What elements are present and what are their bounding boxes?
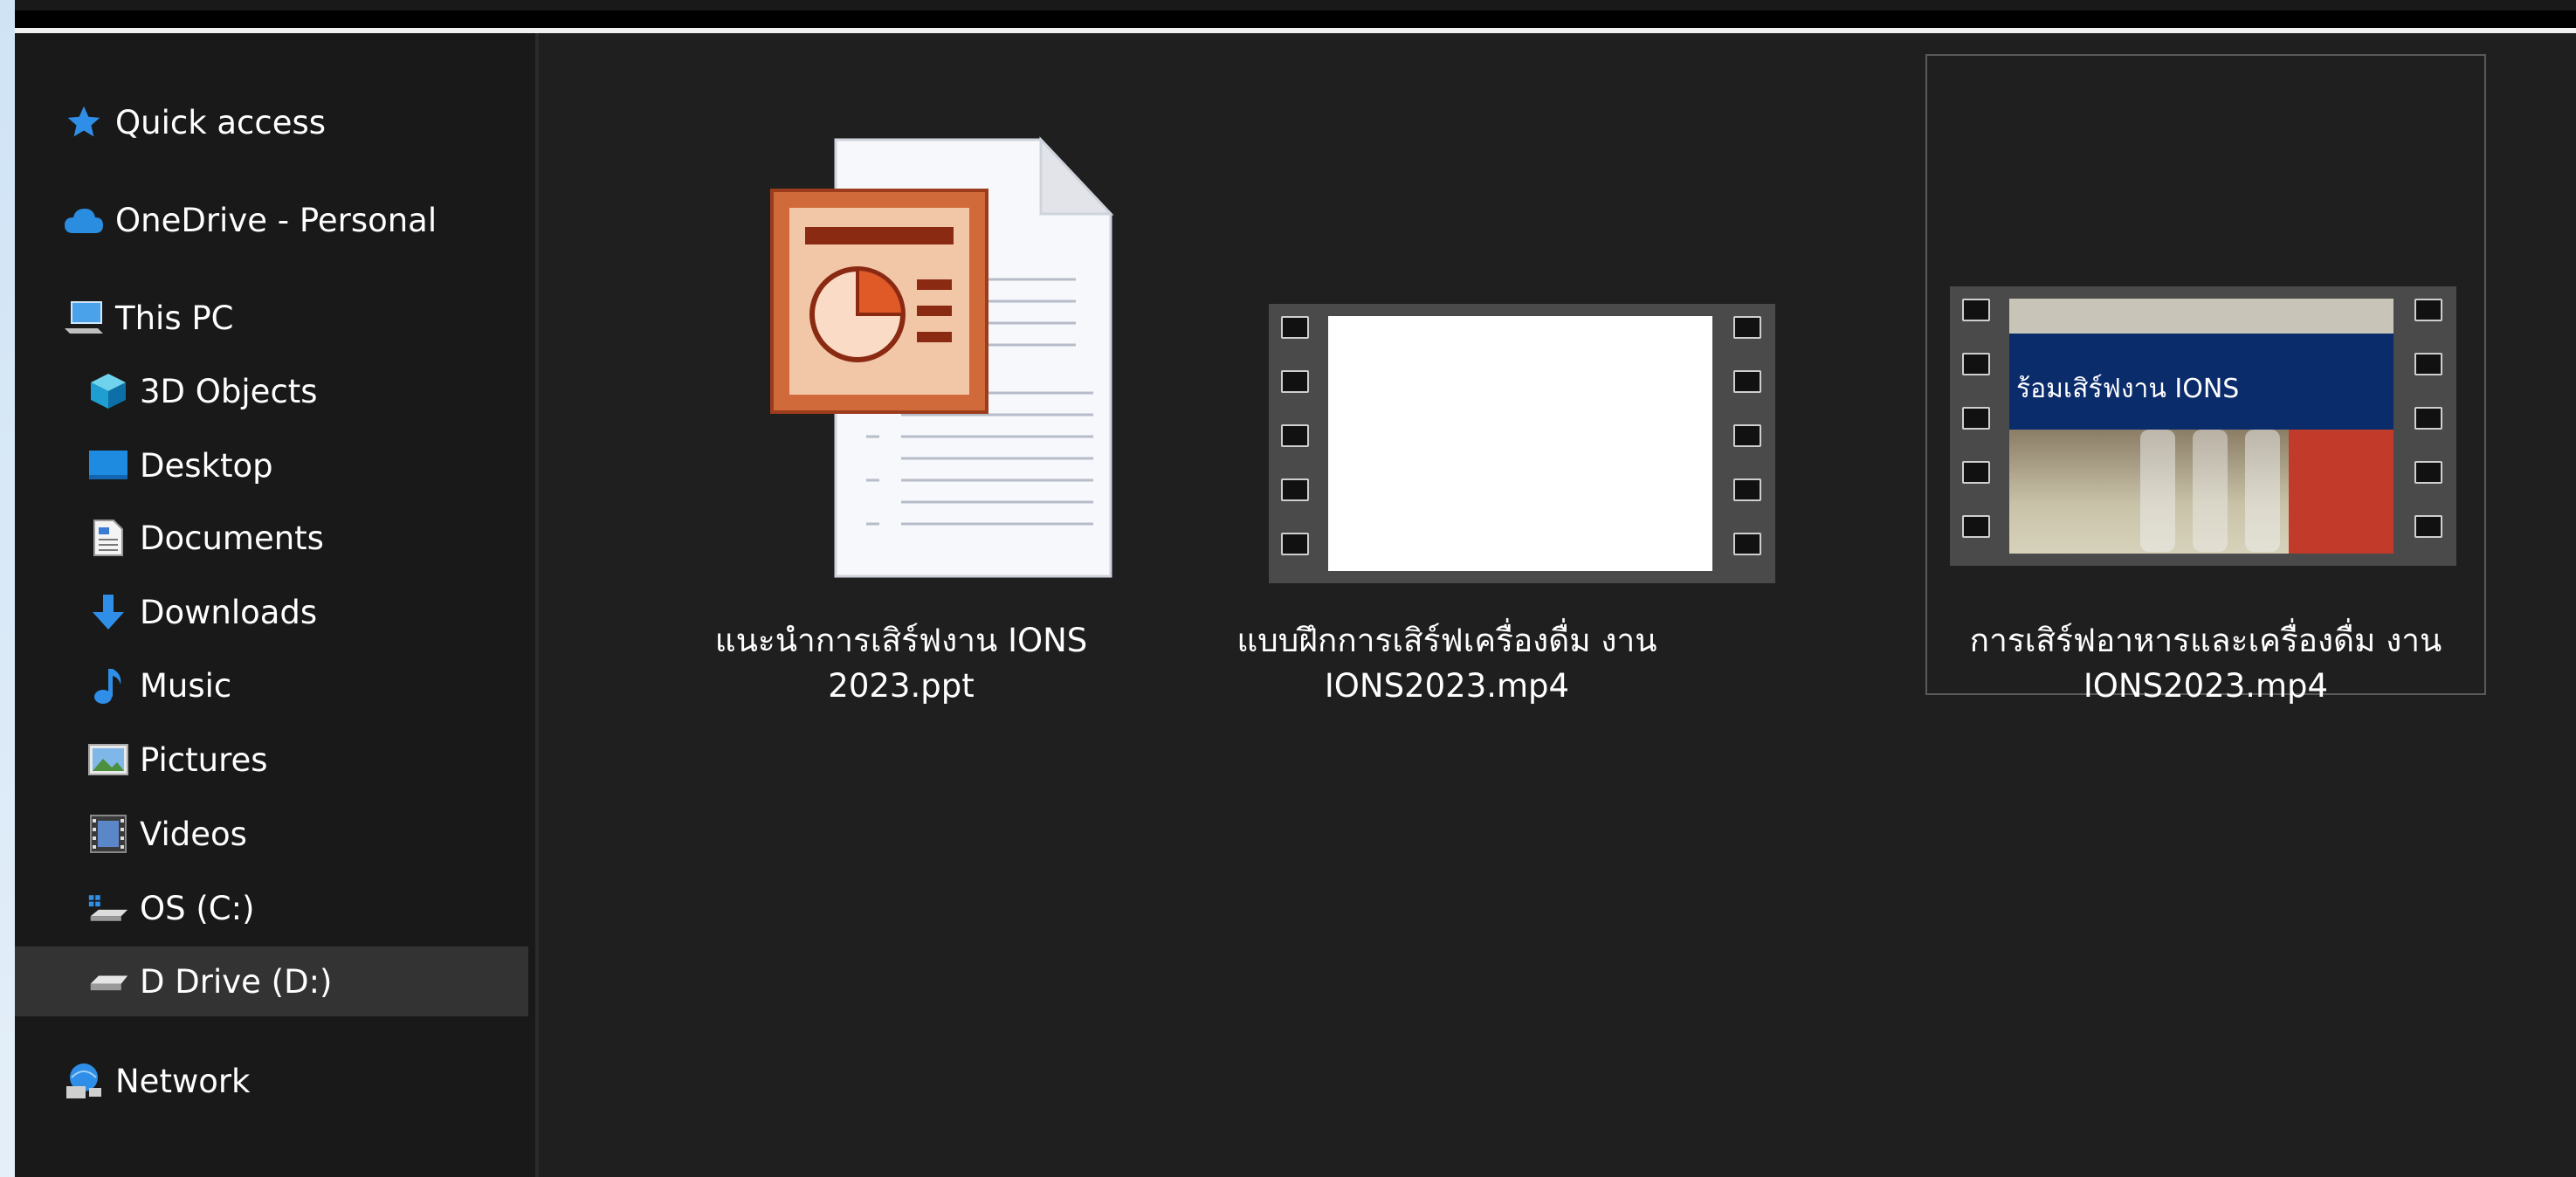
sidebar-item-label: Desktop (140, 446, 273, 485)
computer-icon (63, 297, 105, 339)
file-name-line1: การเสิร์ฟอาหารและเครื่องดื่ม งาน (1969, 622, 2442, 659)
sidebar-item-d-drive[interactable]: D Drive (D:) (15, 946, 528, 1016)
sidebar-item-label: Pictures (140, 740, 268, 779)
navigation-pane: Quick access OneDrive - Personal This PC… (15, 33, 539, 1177)
sidebar-item-onedrive[interactable]: OneDrive - Personal (63, 185, 437, 255)
sidebar-item-music[interactable]: Music (87, 650, 231, 720)
sidebar-item-videos[interactable]: Videos (87, 799, 247, 869)
music-note-icon (87, 664, 129, 706)
file-name-line2: 2023.ppt (828, 667, 975, 705)
file-name-line2: IONS2023.mp4 (2083, 667, 2329, 705)
file-name: แนะนำการเสิร์ฟงาน IONS 2023.ppt (635, 618, 1167, 709)
sidebar-item-label: OS (C:) (140, 889, 255, 927)
video-file-icon: ร้อมเสิร์ฟงาน IONS (1950, 286, 2456, 566)
file-name: การเสิร์ฟอาหารและเครื่องดื่ม งาน IONS202… (1927, 618, 2484, 709)
file-item-ppt[interactable]: แนะนำการเสิร์ฟงาน IONS 2023.ppt (635, 68, 1167, 714)
sidebar-item-documents[interactable]: Documents (87, 503, 324, 573)
file-name: แบบฝึกการเสิร์ฟเครื่องดื่ม งาน IONS2023.… (1176, 618, 1718, 709)
file-name-line1: แบบฝึกการเสิร์ฟเครื่องดื่ม งาน (1236, 622, 1657, 659)
sidebar-item-3d-objects[interactable]: 3D Objects (87, 356, 318, 426)
video-thumbnail: ร้อมเสิร์ฟงาน IONS (2009, 299, 2393, 554)
sidebar-item-label: D Drive (D:) (140, 962, 333, 1001)
sidebar-item-label: Quick access (115, 103, 327, 141)
file-name-line2: IONS2023.mp4 (1324, 667, 1570, 705)
file-name-line1: แนะนำการเสิร์ฟงาน IONS (714, 622, 1088, 659)
film-icon (87, 813, 129, 855)
document-icon (87, 517, 129, 559)
thumbnail-caption: ร้อมเสิร์ฟงาน IONS (2016, 374, 2240, 404)
sidebar-item-label: Network (115, 1062, 251, 1100)
sidebar-item-network[interactable]: Network (63, 1046, 251, 1116)
title-bar (15, 0, 2576, 10)
download-arrow-icon (87, 591, 129, 633)
powerpoint-file-icon (770, 131, 1119, 585)
sidebar-item-pictures[interactable]: Pictures (87, 725, 268, 795)
sidebar-item-label: Music (140, 666, 232, 705)
sidebar-item-label: Documents (140, 519, 324, 557)
file-explorer-window: Quick access OneDrive - Personal This PC… (15, 0, 2576, 1177)
file-item-mp4-1[interactable]: แบบฝึกการเสิร์ฟเครื่องดื่ม งาน IONS2023.… (1176, 68, 1775, 714)
desktop-icon (87, 444, 129, 486)
sidebar-item-label: Videos (140, 815, 247, 853)
file-list-pane: แนะนำการเสิร์ฟงาน IONS 2023.ppt แบบฝึกกา… (539, 33, 2576, 1177)
drive-icon (87, 960, 129, 1002)
cube-icon (87, 370, 129, 412)
sidebar-item-quick-access[interactable]: Quick access (63, 87, 326, 157)
picture-icon (87, 739, 129, 781)
star-icon (63, 101, 105, 143)
sidebar-item-label: OneDrive - Personal (115, 201, 437, 239)
os-drive-icon (87, 887, 129, 929)
sidebar-item-this-pc[interactable]: This PC (63, 283, 234, 353)
sidebar-item-label: This PC (115, 299, 234, 337)
sidebar-item-desktop[interactable]: Desktop (87, 430, 273, 500)
sidebar-item-os-drive[interactable]: OS (C:) (87, 873, 255, 943)
sidebar-item-label: Downloads (140, 593, 318, 631)
file-item-mp4-2[interactable]: ร้อมเสิร์ฟงาน IONS การเสิร์ฟอาหารและเครื… (1925, 54, 2486, 705)
sidebar-item-label: 3D Objects (140, 372, 318, 410)
cloud-icon (63, 199, 105, 241)
network-icon (63, 1060, 105, 1102)
sidebar-item-downloads[interactable]: Downloads (87, 577, 317, 647)
video-file-icon (1269, 304, 1775, 583)
